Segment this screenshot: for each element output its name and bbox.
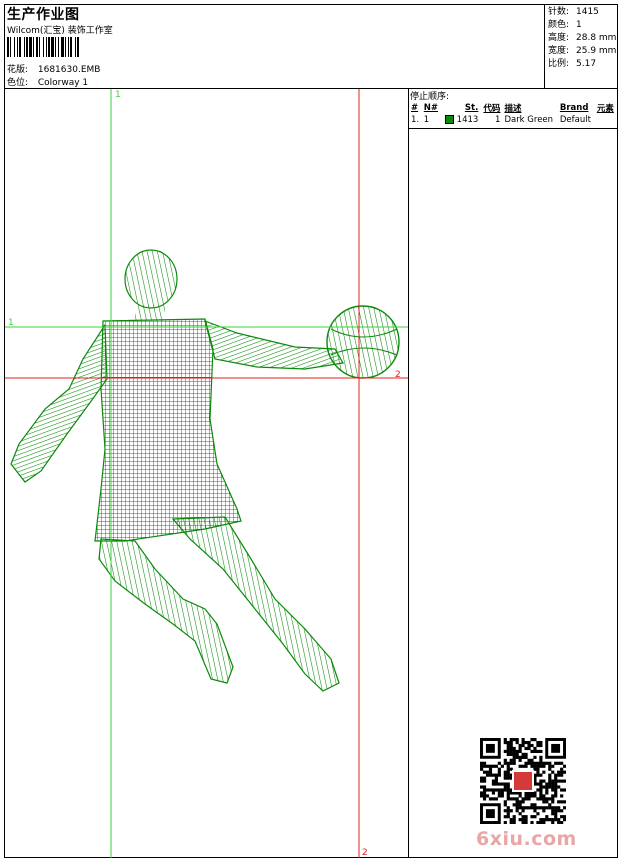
colorway-label: 色位: [7,78,29,88]
stat-label: 宽度: [548,46,570,56]
stat-value: 1 [576,20,582,30]
colorway-row: 色位: Colorway 1 [7,75,88,88]
design-file-label: 花版: [7,65,29,75]
stat-stitches: 针数: 1415 [548,6,616,19]
barcode [7,37,79,57]
stat-label: 比例: [548,59,570,69]
stat-scale: 比例: 5.17 [548,58,616,71]
col-header-element: 元素 [596,104,614,114]
table-header-row: # N# St. 代码 描述 Brand 元素 [409,102,617,114]
design-file-row: 花版: 1681630.EMB [7,62,100,75]
guide-marker-v-green: 1 [115,90,121,100]
stat-value: 5.17 [576,59,597,69]
stat-label: 高度: [548,33,570,43]
row-element [595,114,617,126]
qr-code [480,738,566,824]
basketball [326,305,400,379]
stat-height: 高度: 28.8 mm [548,32,616,45]
stop-sequence-title: 停止顺序: [410,92,450,102]
stat-value: 25.9 mm [576,46,617,56]
col-header-brand: Brand [559,103,589,113]
row-index: 1. [411,115,420,125]
col-header-index: # [411,103,419,113]
col-header-needle: N# [423,103,439,113]
stat-value: 1415 [576,7,599,17]
table-row: 1. 1 1413 1 Dark Green Default [409,114,617,126]
watermark-logo: 6xiu.com [476,828,577,850]
stat-width: 宽度: 25.9 mm [548,45,616,58]
col-header-description: 描述 [504,104,522,114]
column-divider [408,88,409,858]
stat-label: 颜色: [548,20,570,30]
col-header-stitches: St. [464,103,479,113]
stats-divider [544,4,545,88]
stat-value: 28.8 mm [576,33,617,43]
stat-label: 针数: [548,7,570,17]
design-file-value: 1681630.EMB [37,65,101,75]
col-header-code: 代码 [483,104,501,114]
row-code: 1 [495,115,501,125]
player-figure [10,249,344,692]
player-head [124,249,178,309]
stop-table-divider [408,128,618,129]
player-right-leg [171,516,340,692]
player-right-arm [204,320,344,370]
basketball-player-embroidery: 1 1 2 2 [5,89,408,858]
player-neck [135,305,165,321]
page-title: 生产作业图 [7,7,80,23]
thread-color-swatch [444,115,454,124]
guide-marker-h-green: 1 [8,318,14,328]
guide-marker-h-red: 2 [395,370,401,380]
row-stitches-cell: 1413 [441,114,480,126]
row-stitches: 1413 [456,115,479,125]
colorway-value: Colorway 1 [37,78,89,88]
guide-marker-v-red: 2 [362,848,368,858]
player-left-arm [10,323,108,483]
row-brand: Default [559,115,591,125]
stop-sequence-table: # N# St. 代码 描述 Brand 元素 1. 1 1413 1 Dark… [409,102,617,126]
row-needle: 1 [423,115,430,125]
embroidery-design-area: 1 1 2 2 [5,89,408,858]
row-description: Dark Green [504,115,554,125]
studio-name: Wilcom(汇宝) 装饰工作室 [7,26,113,36]
stat-colors: 颜色: 1 [548,19,616,32]
design-stats: 针数: 1415 颜色: 1 高度: 28.8 mm 宽度: 25.9 mm 比例: 5.… [548,6,616,71]
